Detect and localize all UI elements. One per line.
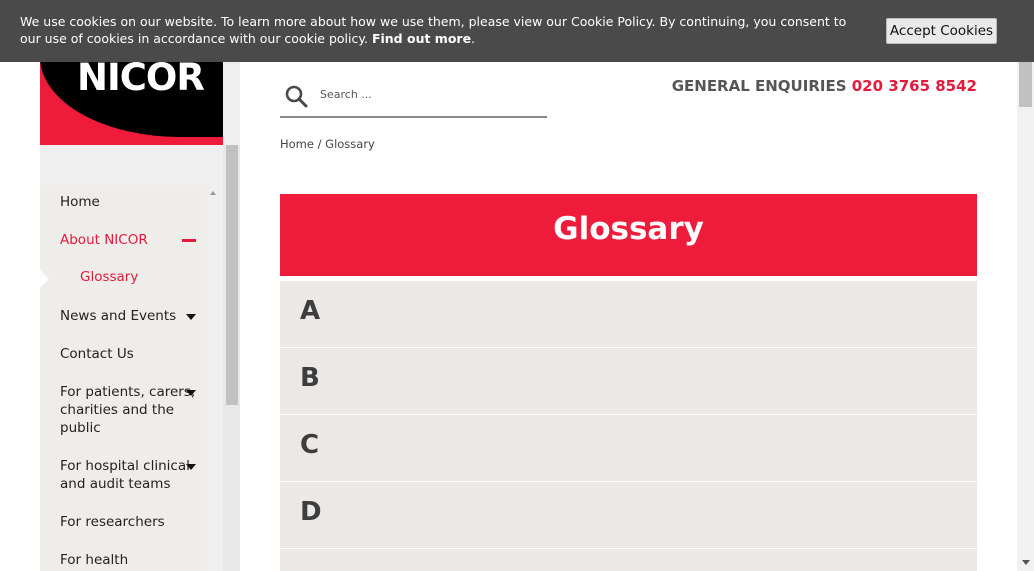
- cookie-message: We use cookies on our website. To learn …: [20, 13, 870, 47]
- glossary-letter-a[interactable]: A: [280, 281, 977, 347]
- sidebar-item-glossary[interactable]: Glossary: [80, 269, 138, 285]
- cookie-banner: We use cookies on our website. To learn …: [0, 0, 1034, 62]
- sidebar-item-label: charities and the: [60, 402, 175, 418]
- sidebar-item-contact[interactable]: Contact Us: [60, 345, 134, 363]
- page-title-banner: Glossary: [280, 194, 977, 276]
- scroll-down-icon[interactable]: [1022, 560, 1030, 565]
- glossary-letter-next[interactable]: [280, 549, 977, 571]
- sidebar-item-label: and audit teams: [60, 476, 171, 492]
- letter-label: A: [300, 296, 321, 326]
- breadcrumb-separator: /: [317, 137, 322, 151]
- accept-cookies-button[interactable]: Accept Cookies: [886, 18, 997, 44]
- active-marker: [40, 270, 49, 288]
- letter-label: C: [300, 430, 320, 460]
- breadcrumb-current: Glossary: [325, 137, 375, 151]
- cookie-period: .: [471, 31, 476, 46]
- sidebar-scroll-thumb[interactable]: [226, 145, 238, 405]
- letter-label: D: [300, 497, 322, 527]
- sidebar-item-hospital[interactable]: For hospital clinical and audit teams: [60, 457, 190, 493]
- search-input[interactable]: [320, 82, 546, 106]
- cookie-find-out-more-link[interactable]: Find out more: [372, 31, 471, 46]
- breadcrumb-home[interactable]: Home: [280, 137, 314, 151]
- general-enquiries: GENERAL ENQUIRIES 020 3765 8542: [672, 77, 977, 95]
- breadcrumb: Home / Glossary: [280, 137, 375, 151]
- search-underline: [280, 116, 547, 118]
- logo-text: NICOR: [77, 56, 205, 99]
- sidebar-item-news-events[interactable]: News and Events: [60, 307, 176, 325]
- caret-down-icon[interactable]: [186, 390, 196, 396]
- phone-number[interactable]: 020 3765 8542: [852, 77, 977, 95]
- sidebar-item-label: For patients, carers,: [60, 384, 196, 400]
- collapse-icon[interactable]: [182, 239, 196, 242]
- glossary-letter-c[interactable]: C: [280, 415, 977, 481]
- sidebar-item-label: public: [60, 420, 101, 436]
- enquiries-label: GENERAL ENQUIRIES: [671, 77, 847, 95]
- caret-down-icon[interactable]: [186, 314, 196, 320]
- sidebar-item-about-nicor[interactable]: About NICOR: [60, 231, 148, 249]
- caret-down-icon[interactable]: [186, 464, 196, 470]
- glossary-letter-b[interactable]: B: [280, 348, 977, 414]
- scroll-up-icon[interactable]: [210, 191, 216, 195]
- sidebar-item-health[interactable]: For health: [60, 551, 128, 569]
- page-title: Glossary: [553, 211, 704, 247]
- sidebar-item-researchers[interactable]: For researchers: [60, 513, 165, 531]
- sidebar-item-label: For hospital clinical: [60, 458, 190, 474]
- glossary-letter-d[interactable]: D: [280, 482, 977, 548]
- sidebar-item-home[interactable]: Home: [60, 193, 100, 211]
- letter-label: B: [300, 363, 320, 393]
- sidebar-item-patients[interactable]: For patients, carers, charities and the …: [60, 383, 195, 437]
- search-icon[interactable]: [284, 84, 308, 108]
